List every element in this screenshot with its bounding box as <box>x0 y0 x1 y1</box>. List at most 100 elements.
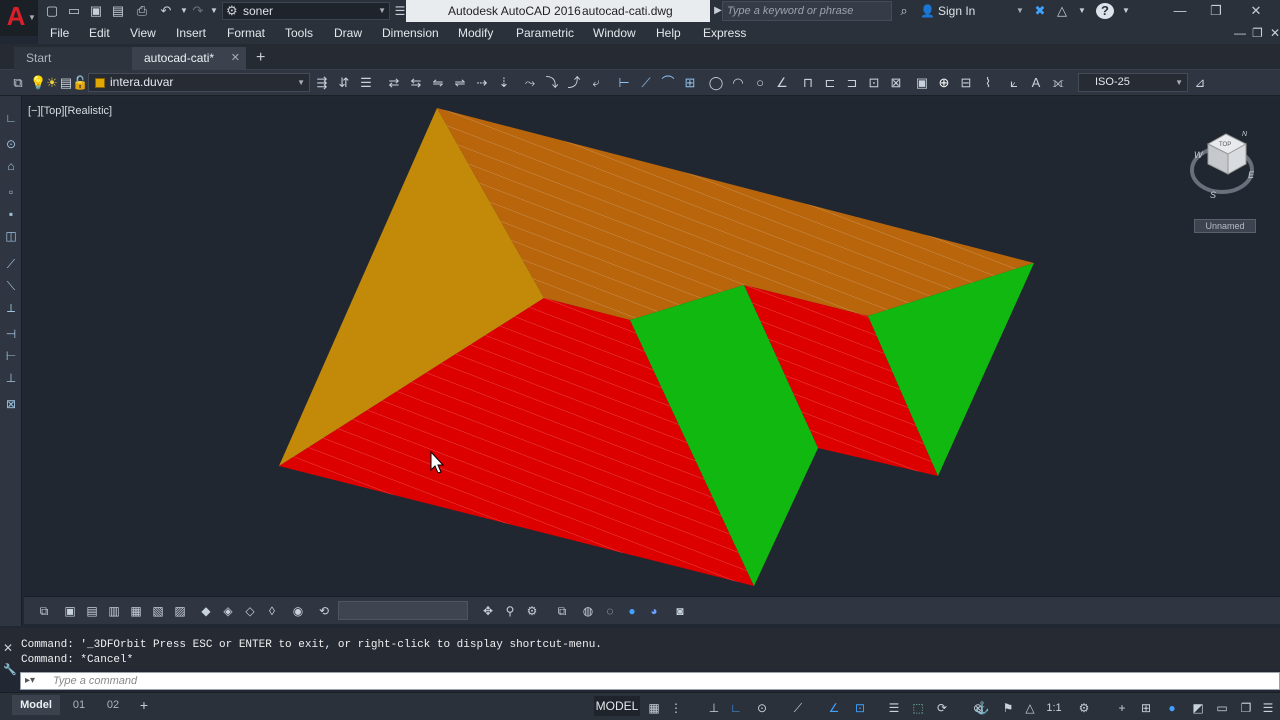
exchange-apps-icon[interactable]: ✖ <box>1032 3 1048 19</box>
aligned-dimension-icon[interactable]: ⟋ <box>638 75 654 91</box>
menu-draw[interactable]: Draw <box>334 22 362 44</box>
layer-delete-icon[interactable]: ⤴ <box>566 75 582 91</box>
close-icon[interactable]: ✕ <box>231 47 240 69</box>
lock-icon[interactable]: 🔓 <box>72 75 88 91</box>
doc-restore-icon[interactable]: ❐ <box>1252 22 1263 44</box>
tolerance-icon[interactable]: ▣ <box>914 75 930 91</box>
se-iso-icon[interactable]: ◈ <box>220 603 236 619</box>
spline-icon[interactable]: ⟋ <box>3 256 19 272</box>
dimension-style-icon[interactable]: ⊿ <box>1192 75 1208 91</box>
open-folder-icon[interactable]: ▭ <box>66 3 82 19</box>
layout-tab-01[interactable]: 01 <box>64 695 94 715</box>
wrench-icon[interactable]: 🔧 <box>3 663 17 676</box>
region-icon[interactable]: ⊠ <box>3 396 19 412</box>
camera-icon[interactable]: ◉ <box>290 603 306 619</box>
dimension-break-icon[interactable]: ⊠ <box>888 75 904 91</box>
quick-dimension-icon[interactable]: ⊓ <box>800 75 816 91</box>
arc-length-icon[interactable]: ⌒ <box>660 75 676 91</box>
menu-parametric[interactable]: Parametric <box>516 22 574 44</box>
new-tab-button[interactable]: + <box>256 50 265 66</box>
auto-scale-icon[interactable]: ⚑ <box>1000 700 1016 716</box>
command-input[interactable]: ▸▾ Type a command <box>20 672 1280 690</box>
viewcube-navigation[interactable]: TOP W E S N <box>1186 128 1258 200</box>
menu-file[interactable]: File <box>50 22 69 44</box>
named-views-icon[interactable]: ⧉ <box>36 603 52 619</box>
polygon-icon[interactable]: ⌂ <box>3 158 19 174</box>
infer-constraints-icon[interactable]: ⊥ <box>706 700 722 716</box>
layer-unisolate-icon[interactable]: ⇋ <box>430 75 446 91</box>
close-button[interactable]: ✕ <box>1236 0 1276 22</box>
chevron-down-icon[interactable]: ▼ <box>1118 3 1134 19</box>
menu-icon[interactable]: ☰ <box>1260 700 1276 716</box>
dimension-style-dropdown[interactable]: ISO-25 ▼ <box>1078 73 1188 92</box>
jogged-dimension-icon[interactable]: ◠ <box>730 75 746 91</box>
command-prompt-icon[interactable]: ▸▾ <box>25 673 35 689</box>
roof-3d-model[interactable] <box>24 98 1280 594</box>
minimize-button[interactable]: — <box>1160 0 1200 22</box>
annotation-scale-value[interactable]: 1:1 <box>1042 700 1066 716</box>
center-mark-icon[interactable]: ⊕ <box>936 75 952 91</box>
dynamic-input-icon[interactable]: ∟ <box>728 700 744 716</box>
save-icon[interactable]: ▣ <box>88 3 104 19</box>
layer-merge-icon[interactable]: ⤵ <box>544 75 560 91</box>
wireframe-icon[interactable]: ◍ <box>580 603 596 619</box>
menu-dimension[interactable]: Dimension <box>382 22 439 44</box>
layer-dropdown[interactable]: intera.duvar ▼ <box>88 73 310 92</box>
layer-change-icon[interactable]: ⤶ <box>588 75 604 91</box>
hardware-acceleration-icon[interactable]: ◩ <box>1190 700 1206 716</box>
menu-format[interactable]: Format <box>227 22 265 44</box>
transparency-icon[interactable]: ⬚ <box>910 700 926 716</box>
undo-icon[interactable]: ↶ <box>158 3 174 19</box>
menu-help[interactable]: Help <box>656 22 681 44</box>
linear-dimension-icon[interactable]: ⊢ <box>616 75 632 91</box>
doc-minimize-icon[interactable]: — <box>1234 22 1246 44</box>
view-combo[interactable] <box>338 601 468 620</box>
polar-tracking-icon[interactable]: ⊙ <box>754 700 770 716</box>
new-file-icon[interactable]: ▢ <box>44 3 60 19</box>
dimension-text-edit-icon[interactable]: A <box>1028 75 1044 91</box>
top-view-icon[interactable]: ▣ <box>62 603 78 619</box>
units-icon[interactable]: ⊞ <box>1138 700 1154 716</box>
autodesk-360-icon[interactable]: △ <box>1054 3 1070 19</box>
object-snap-tracking-icon[interactable]: ∠ <box>826 700 842 716</box>
rectangle-icon[interactable]: ▫ <box>3 184 19 200</box>
save-as-icon[interactable]: ▤ <box>110 3 126 19</box>
right-view-icon[interactable]: ▦ <box>128 603 144 619</box>
pan-icon[interactable]: ✥ <box>480 603 496 619</box>
drawing-viewport[interactable]: [−][Top][Realistic] TOP W E S N Unnamed <box>24 98 1280 594</box>
customization-icon[interactable]: ❐ <box>1238 700 1254 716</box>
layer-off-icon[interactable]: ⇌ <box>452 75 468 91</box>
tab-start[interactable]: Start <box>14 47 132 70</box>
bottom-view-icon[interactable]: ▤ <box>84 603 100 619</box>
sw-iso-icon[interactable]: ◆ <box>198 603 214 619</box>
circle-icon[interactable]: ◫ <box>3 228 19 244</box>
help-icon[interactable]: ? <box>1096 3 1114 19</box>
hidden-style-icon[interactable]: ◌ <box>602 603 618 619</box>
nw-iso-icon[interactable]: ◊ <box>264 603 280 619</box>
tab-autocad-cati[interactable]: autocad-cati* ✕ <box>132 47 246 70</box>
baseline-dimension-icon[interactable]: ⊏ <box>822 75 838 91</box>
dimension-space-icon[interactable]: ⊡ <box>866 75 882 91</box>
hatch-icon[interactable]: ⊥ <box>3 370 19 386</box>
visual-styles-manager-icon[interactable]: ◙ <box>672 603 688 619</box>
menu-edit[interactable]: Edit <box>89 22 110 44</box>
realistic-style-icon[interactable]: ● <box>624 603 640 619</box>
keyword-search-input[interactable]: Type a keyword or phrase <box>722 1 892 21</box>
application-menu-button[interactable]: A ▼ <box>0 0 38 36</box>
point-icon[interactable]: ⊢ <box>3 348 19 364</box>
plus-icon[interactable]: + <box>1114 700 1130 716</box>
binoculars-icon[interactable]: ⌕ <box>896 3 912 19</box>
layer-walk-icon[interactable]: ⤳ <box>522 75 538 91</box>
qat-dropdown-icon[interactable]: ▼ <box>206 3 222 19</box>
line-icon[interactable]: ∟ <box>3 110 19 126</box>
annotation-visibility-icon[interactable]: ⚓ <box>974 700 990 716</box>
layout-tab-model[interactable]: Model <box>12 695 60 715</box>
menu-modify[interactable]: Modify <box>458 22 493 44</box>
isometric-drafting-icon[interactable]: ⟋ <box>790 700 806 716</box>
continue-dimension-icon[interactable]: ⊐ <box>844 75 860 91</box>
arc-icon[interactable]: ▪ <box>3 206 19 222</box>
maximize-button[interactable]: ❐ <box>1196 0 1236 22</box>
back-view-icon[interactable]: ▨ <box>172 603 188 619</box>
menu-view[interactable]: View <box>130 22 156 44</box>
match-layer-icon[interactable]: ⇄ <box>386 75 402 91</box>
